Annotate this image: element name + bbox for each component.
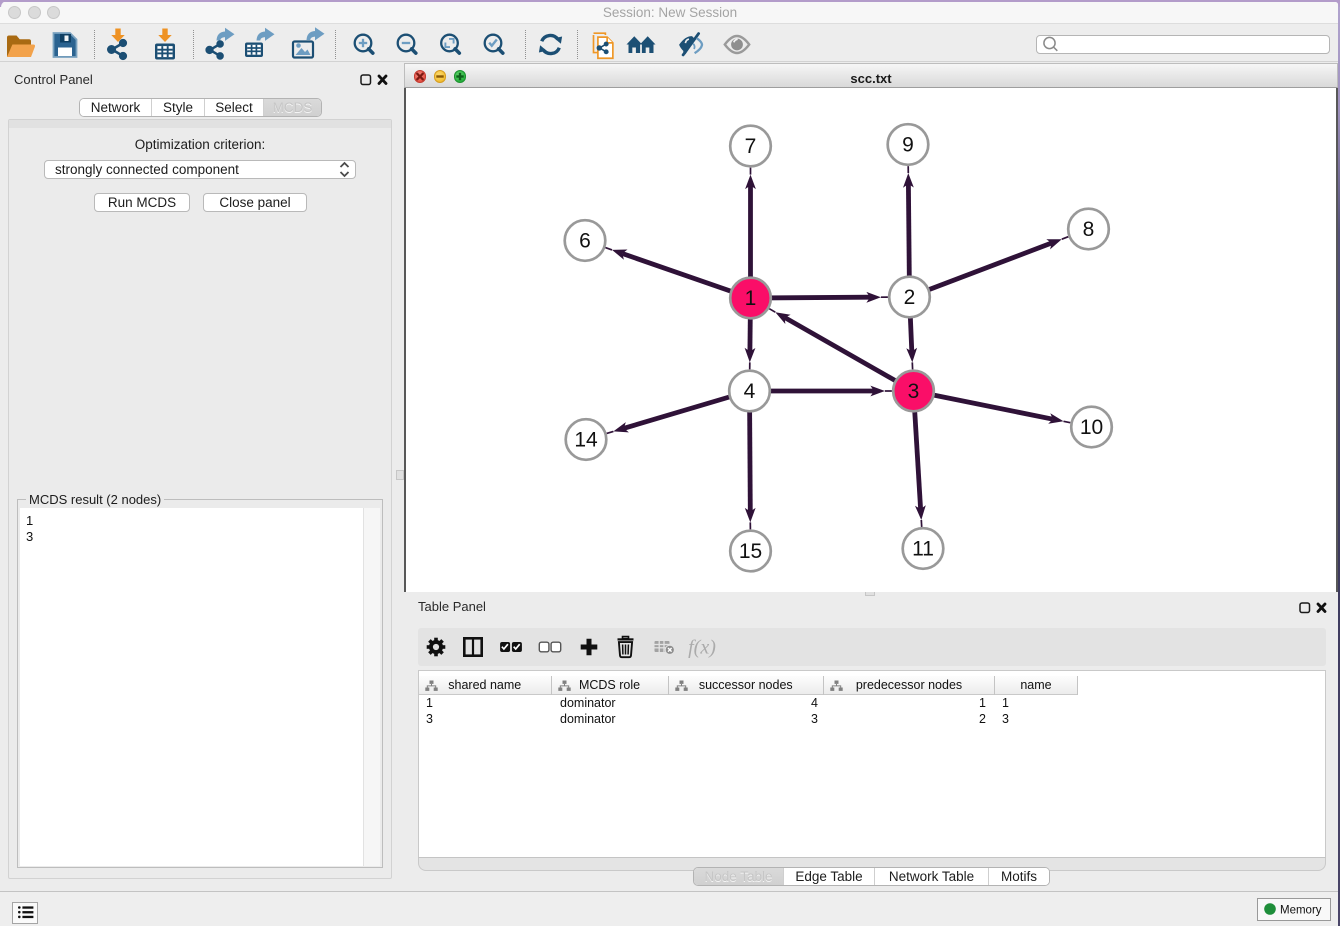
svg-text:7: 7: [745, 135, 757, 158]
svg-text:6: 6: [579, 229, 591, 252]
svg-text:10: 10: [1080, 416, 1103, 439]
svg-text:f(x): f(x): [688, 637, 716, 659]
svg-text:9: 9: [902, 133, 914, 156]
svg-text:11: 11: [912, 537, 934, 560]
svg-text:3: 3: [908, 380, 920, 403]
svg-text:Memory: Memory: [1280, 905, 1322, 917]
svg-text:4: 4: [744, 380, 756, 403]
svg-text:2: 2: [904, 286, 916, 309]
svg-text:15: 15: [739, 540, 762, 563]
svg-text:8: 8: [1083, 218, 1095, 241]
svg-text:14: 14: [574, 428, 598, 451]
svg-text:1: 1: [745, 287, 757, 310]
